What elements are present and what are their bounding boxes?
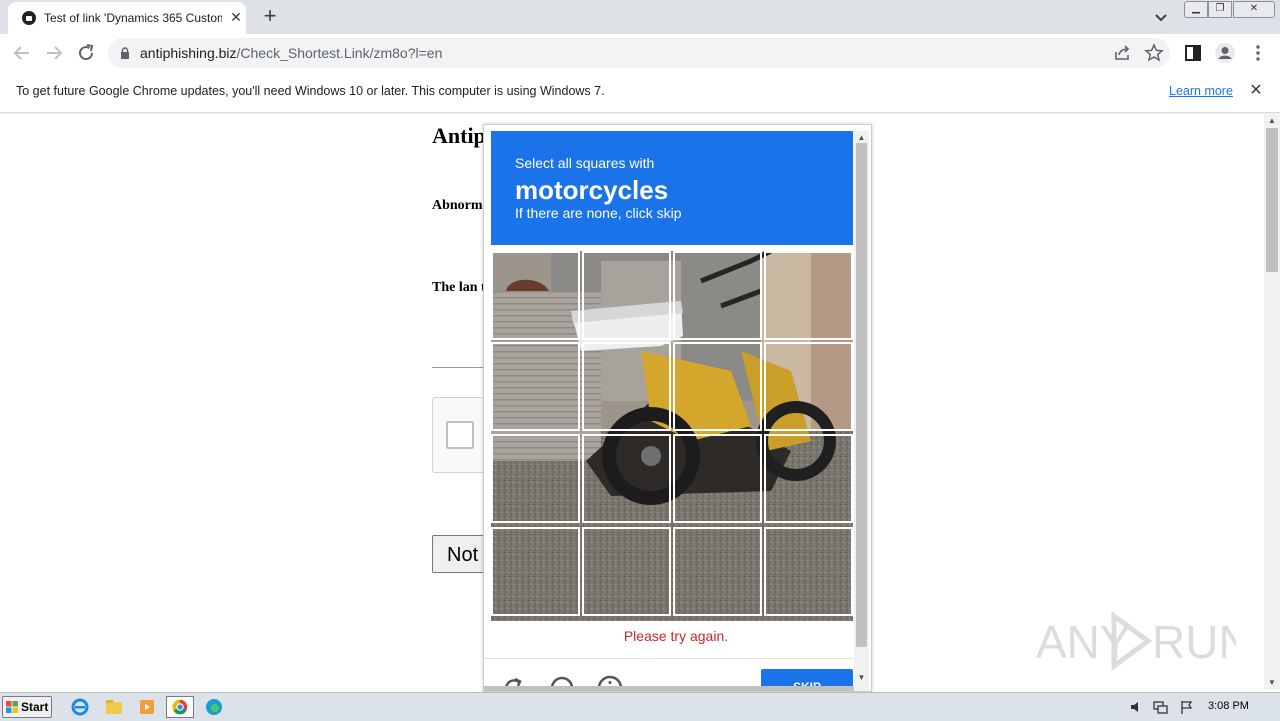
captcha-image-grid [491, 251, 853, 621]
captcha-header: Select all squares with motorcycles If t… [491, 131, 853, 245]
grid-tile[interactable] [491, 434, 580, 523]
anyrun-watermark-logo: ANY RUN [1036, 611, 1236, 671]
captcha-instruction: Select all squares with [515, 155, 655, 171]
start-label: Start [21, 700, 49, 714]
infobar-close-button[interactable]: ✕ [1246, 81, 1266, 101]
system-tray [1122, 695, 1280, 719]
grid-tile[interactable] [764, 434, 853, 523]
grid-tile[interactable] [764, 342, 853, 431]
tab-strip: Test of link 'Dynamics 365 Customer ✕ + … [0, 0, 1280, 34]
tab-title: Test of link 'Dynamics 365 Customer [44, 11, 222, 25]
page-scrollbar[interactable]: ▲ ▼ [1264, 114, 1280, 690]
window-restore-button[interactable]: ❐ [1208, 1, 1232, 18]
captcha-divider [484, 658, 854, 659]
recaptcha-checkbox[interactable] [446, 421, 474, 449]
back-arrow-icon[interactable] [10, 41, 34, 65]
network-icon[interactable] [1152, 699, 1168, 715]
forward-arrow-icon[interactable] [42, 41, 66, 65]
captcha-error-message: Please try again. [623, 628, 729, 644]
grid-tile[interactable] [582, 434, 671, 523]
grid-tile[interactable] [491, 342, 580, 431]
new-tab-button[interactable]: + [258, 4, 282, 28]
scroll-down-arrow-icon[interactable]: ▼ [1264, 676, 1280, 690]
media-player-icon[interactable] [133, 696, 161, 718]
grid-tile[interactable] [582, 251, 671, 340]
action-center-flag-icon[interactable] [1178, 699, 1194, 715]
grid-tile[interactable] [582, 342, 671, 431]
chrome-taskbar-icon[interactable] [166, 696, 194, 718]
windows-flag-icon [6, 701, 18, 713]
captcha-horizontal-scrollbar[interactable] [484, 686, 854, 691]
infobar-message: To get future Google Chrome updates, you… [16, 84, 605, 98]
captcha-scroll-thumb[interactable] [856, 143, 867, 647]
lock-icon[interactable] [120, 47, 130, 59]
browser-toolbar: antiphishing.biz/Check_Shortest.Link/zm8… [0, 34, 1280, 73]
learn-more-link[interactable]: Learn more [1169, 84, 1233, 98]
grid-tile[interactable] [673, 251, 762, 340]
edge-icon[interactable] [200, 696, 228, 718]
url-path: /Check_Shortest.Link/zm8o?l=en [236, 45, 443, 61]
grid-tile[interactable] [582, 527, 671, 616]
bookmark-star-icon[interactable] [1143, 42, 1165, 64]
url-text[interactable]: antiphishing.biz/Check_Shortest.Link/zm8… [140, 45, 442, 61]
side-panel-icon[interactable] [1182, 42, 1204, 64]
window-close-button[interactable]: ✕ [1233, 1, 1275, 18]
menu-kebab-icon[interactable] [1247, 42, 1269, 64]
update-infobar: To get future Google Chrome updates, you… [0, 72, 1280, 113]
captcha-scrollbar[interactable]: ▲ ▼ [854, 131, 869, 691]
reload-icon[interactable] [74, 41, 98, 65]
address-bar[interactable]: antiphishing.biz/Check_Shortest.Link/zm8… [108, 38, 1170, 68]
grid-tile[interactable] [673, 434, 762, 523]
watermark-text-run: RUN [1152, 616, 1236, 668]
share-icon[interactable] [1111, 42, 1133, 64]
window-minimize-button[interactable]: ▁ [1184, 1, 1208, 18]
captcha-hint: If there are none, click skip [515, 205, 682, 221]
file-explorer-icon[interactable] [100, 696, 128, 718]
tab-close-button[interactable]: ✕ [226, 7, 246, 27]
profile-avatar-icon[interactable] [1214, 42, 1236, 64]
scroll-up-arrow-icon[interactable]: ▲ [1264, 114, 1280, 128]
url-host: antiphishing.biz [140, 45, 237, 61]
grid-tile[interactable] [673, 342, 762, 431]
volume-icon[interactable] [1128, 699, 1144, 715]
grid-tile[interactable] [673, 527, 762, 616]
grid-tile[interactable] [764, 251, 853, 340]
tab-search-chevron-icon[interactable] [1150, 7, 1172, 27]
grid-tile[interactable] [764, 527, 853, 616]
page-scroll-thumb[interactable] [1266, 128, 1278, 272]
taskbar-clock[interactable]: 3:08 PM [1208, 700, 1249, 712]
captcha-scroll-down-icon[interactable]: ▼ [854, 671, 869, 685]
captcha-target-object: motorcycles [515, 175, 669, 205]
windows-taskbar: Start 3:08 PM [0, 692, 1280, 721]
captcha-challenge: Select all squares with motorcycles If t… [483, 124, 872, 692]
lock-favicon-icon [22, 11, 36, 25]
grid-tile[interactable] [491, 251, 580, 340]
grid-tile[interactable] [491, 527, 580, 616]
internet-explorer-icon[interactable] [66, 696, 94, 718]
browser-tab[interactable]: Test of link 'Dynamics 365 Customer ✕ [8, 2, 246, 34]
start-button[interactable]: Start [2, 696, 52, 718]
